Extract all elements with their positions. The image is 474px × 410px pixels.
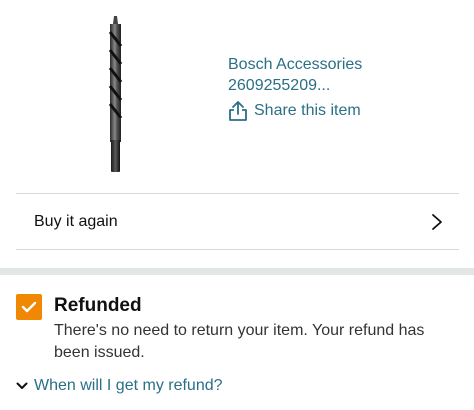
refund-timing-label: When will I get my refund? xyxy=(34,377,223,394)
share-item-label: Share this item xyxy=(254,102,361,119)
share-item-button[interactable]: Share this item xyxy=(228,100,428,122)
product-title[interactable]: Bosch Accessories 2609255209... xyxy=(228,54,428,96)
buy-again-row[interactable]: Buy it again xyxy=(16,194,459,249)
status-checkbox xyxy=(16,294,42,320)
refund-timing-link[interactable]: When will I get my refund? xyxy=(16,377,223,395)
status-message: There's no need to return your item. You… xyxy=(54,322,425,361)
product-image[interactable] xyxy=(92,14,140,176)
drill-bit-icon xyxy=(108,16,123,172)
status-title: Refunded xyxy=(54,295,142,316)
chevron-down-icon xyxy=(16,382,28,389)
buy-again-label: Buy it again xyxy=(34,212,118,230)
divider xyxy=(16,249,459,250)
checkmark-icon xyxy=(21,301,37,313)
share-icon xyxy=(229,101,247,121)
product-card: Bosch Accessories 2609255209... Share th… xyxy=(0,0,474,270)
section-separator xyxy=(0,268,474,275)
chevron-right-icon xyxy=(432,213,442,230)
product-info: Bosch Accessories 2609255209... Share th… xyxy=(228,54,428,122)
